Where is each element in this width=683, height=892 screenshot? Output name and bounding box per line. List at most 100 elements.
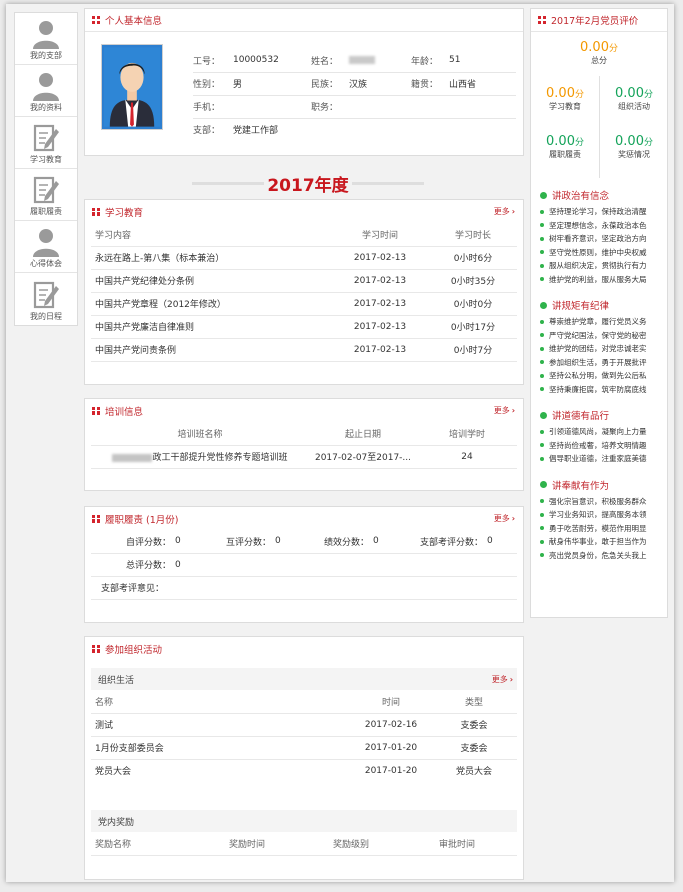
ethnicity-label: 民族： bbox=[311, 72, 349, 96]
employee-id-label: 工号： bbox=[193, 49, 233, 73]
list-item: 引领道德风尚，凝聚向上力量 bbox=[540, 425, 656, 439]
column-header: 奖励时间 bbox=[229, 832, 333, 856]
pencil-doc-icon bbox=[33, 124, 59, 152]
list-item: 勇于吃苦耐劳，模范作用明显 bbox=[540, 522, 656, 536]
column-header: 起止日期 bbox=[309, 422, 417, 446]
avatar bbox=[101, 44, 163, 130]
training-panel: 培训信息 更多 › 培训班名称 起止日期 培训学时 政工干部提升党性修养专题培训班… bbox=[84, 398, 524, 491]
criteria-section-title: 讲规矩有纪律 bbox=[540, 298, 667, 312]
score-value: 0.00 bbox=[615, 134, 644, 149]
activity-name: 1月份支部委员会 bbox=[91, 736, 351, 760]
sidebar-item-my-branch[interactable]: 我的支部 bbox=[15, 13, 77, 65]
list-item-text: 献身伟华事业，敢于担当作为 bbox=[549, 537, 647, 547]
list-item-text: 树牢看齐意识，坚定政治方向 bbox=[549, 234, 647, 244]
list-item: 严守党纪国法，保守党的秘密 bbox=[540, 329, 656, 343]
duty-table: 自评分数： 0 互评分数： 0 绩效分数： 0 支部考评分数： 0 总评分数： … bbox=[91, 530, 517, 600]
sidebar: 我的支部 我的资料 学习教育 履职履责 心得体会 我的日程 bbox=[14, 12, 78, 326]
list-item-text: 强化宗旨意识，积极服务群众 bbox=[549, 496, 647, 506]
year-banner: 2017年度 bbox=[192, 168, 424, 198]
branch-label: 支部： bbox=[193, 126, 221, 137]
table-row[interactable]: 中国共产党章程（2012年修改） 2017-02-13 0小时0分 bbox=[91, 292, 517, 316]
sidebar-item-label: 心得体会 bbox=[30, 259, 62, 268]
duty-panel: 履职履责 (1月份) 更多 › 自评分数： 0 互评分数： 0 绩效分数： 0 支… bbox=[84, 506, 524, 623]
list-item-text: 引领道德风尚，凝聚向上力量 bbox=[549, 427, 647, 437]
sidebar-item-schedule[interactable]: 我的日程 bbox=[15, 273, 77, 325]
criteria-items: 引领道德风尚，凝聚向上力量 坚持尚俭戒奢，培养文明情趣 倡导职业道德，注重家庭美… bbox=[540, 425, 667, 466]
criteria-list: 讲政治有信念 坚持理论学习，保持政治清醒 坚定理想信念，永葆政治本色 树牢看齐意… bbox=[531, 188, 667, 562]
grid-icon bbox=[92, 644, 100, 653]
employee-id-value: 10000532 bbox=[233, 49, 311, 73]
study-date: 2017-02-13 bbox=[331, 292, 429, 316]
criteria-items: 强化宗旨意识，积极服务群众 学习业务知识，提高服务本领 勇于吃苦耐劳，模范作用明… bbox=[540, 495, 667, 563]
branch-value: 党建工作部 bbox=[233, 126, 279, 137]
more-link[interactable]: 更多 › bbox=[494, 206, 515, 217]
more-link[interactable]: 更多 › bbox=[494, 513, 515, 524]
sidebar-item-my-profile[interactable]: 我的资料 bbox=[15, 65, 77, 117]
table-row[interactable]: 永远在路上-第八集（标本兼治） 2017-02-13 0小时6分 bbox=[91, 246, 517, 270]
total-score-label: 总分 bbox=[591, 56, 607, 65]
sidebar-item-reflections[interactable]: 心得体会 bbox=[15, 221, 77, 273]
green-dot-icon bbox=[540, 191, 547, 199]
awards-table: 奖励名称 奖励时间 奖励级别 审批时间 bbox=[91, 832, 517, 856]
study-duration: 0小时6分 bbox=[429, 246, 517, 270]
list-item-text: 学习业务知识，提高服务本领 bbox=[549, 510, 647, 520]
total-score: 0.00 bbox=[580, 40, 609, 55]
table-row[interactable]: 中国共产党廉洁自律准则 2017-02-13 0小时17分 bbox=[91, 315, 517, 339]
person-portrait bbox=[104, 47, 160, 127]
score-org-activities: 0.00分 组织活动 bbox=[600, 86, 668, 112]
name-label: 姓名： bbox=[311, 49, 349, 73]
study-date: 2017-02-13 bbox=[331, 246, 429, 270]
criteria-items: 尊崇维护党章，履行党员义务 严守党纪国法，保守党的秘密 维护党的团结，对党忠诚老… bbox=[540, 315, 667, 396]
table-row[interactable]: 中国共产党问责条例 2017-02-13 0小时7分 bbox=[91, 338, 517, 362]
page: 我的支部 我的资料 学习教育 履职履责 心得体会 我的日程 个人基本信息 工号：… bbox=[6, 4, 674, 882]
bullet-icon bbox=[540, 277, 544, 282]
pencil-doc-icon bbox=[33, 281, 59, 309]
criteria-section-title: 讲奉献有作为 bbox=[540, 478, 667, 492]
bullet-icon bbox=[540, 223, 544, 228]
sidebar-item-duty[interactable]: 履职履责 bbox=[15, 169, 77, 221]
activity-type: 支委会 bbox=[431, 736, 517, 760]
list-item-text: 参加组织生活，勇于开展批评 bbox=[549, 357, 647, 367]
phone-label: 手机： bbox=[193, 95, 233, 119]
column-header: 奖励名称 bbox=[91, 832, 229, 856]
position-label: 职务： bbox=[311, 95, 349, 119]
more-link[interactable]: 更多 › bbox=[492, 674, 513, 685]
more-link[interactable]: 更多 › bbox=[494, 405, 515, 416]
score-unit: 分 bbox=[574, 90, 584, 100]
list-item-text: 维护党的利益，服从服务大局 bbox=[549, 274, 647, 284]
table-row[interactable]: 政工干部提升党性修养专题培训班 2017-02-07至2017-... 24 bbox=[91, 445, 517, 469]
green-dot-icon bbox=[540, 301, 547, 309]
ethnicity-value: 汉族 bbox=[349, 72, 411, 96]
list-item: 坚持秉廉拒腐，筑牢防腐底线 bbox=[540, 383, 656, 397]
panel-header: 培训信息 更多 › bbox=[85, 399, 523, 422]
bullet-icon bbox=[540, 263, 544, 268]
column-header: 时间 bbox=[351, 690, 431, 714]
section-title-text: 讲奉献有作为 bbox=[552, 480, 610, 492]
bullet-icon bbox=[540, 387, 544, 392]
sidebar-item-study[interactable]: 学习教育 bbox=[15, 117, 77, 169]
section-title-text: 讲规矩有纪律 bbox=[552, 301, 610, 312]
gender-value: 男 bbox=[233, 72, 311, 96]
column-header: 名称 bbox=[91, 690, 351, 714]
grid-icon bbox=[92, 406, 100, 415]
table-row[interactable]: 测试 2017-02-16 支委会 bbox=[91, 713, 517, 737]
table-row[interactable]: 1月份支部委员会 2017-01-20 支委会 bbox=[91, 736, 517, 760]
redacted-name bbox=[349, 55, 375, 64]
study-content: 中国共产党纪律处分条例 bbox=[91, 269, 331, 293]
study-content: 永远在路上-第八集（标本兼治） bbox=[91, 246, 331, 270]
criteria-items: 坚持理论学习，保持政治清醒 坚定理想信念，永葆政治本色 树牢看齐意识，坚定政治方… bbox=[540, 205, 667, 286]
user-icon bbox=[33, 73, 59, 101]
list-item-text: 维护党的团结，对党忠诚老实 bbox=[549, 344, 647, 354]
list-item: 维护党的利益，服从服务大局 bbox=[540, 273, 656, 287]
green-dot-icon bbox=[540, 411, 547, 419]
score-value: 0.00 bbox=[546, 134, 575, 149]
table-row[interactable]: 中国共产党纪律处分条例 2017-02-13 0小时35分 bbox=[91, 269, 517, 293]
list-item-text: 坚持理论学习，保持政治清醒 bbox=[549, 207, 647, 217]
study-content: 中国共产党问责条例 bbox=[91, 338, 331, 362]
score-value: 0.00 bbox=[615, 86, 644, 101]
age-label: 年龄： bbox=[411, 49, 449, 73]
position-value bbox=[349, 95, 516, 119]
bullet-icon bbox=[540, 346, 544, 351]
table-row[interactable]: 党员大会 2017-01-20 党员大会 bbox=[91, 759, 517, 782]
study-date: 2017-02-13 bbox=[331, 338, 429, 362]
